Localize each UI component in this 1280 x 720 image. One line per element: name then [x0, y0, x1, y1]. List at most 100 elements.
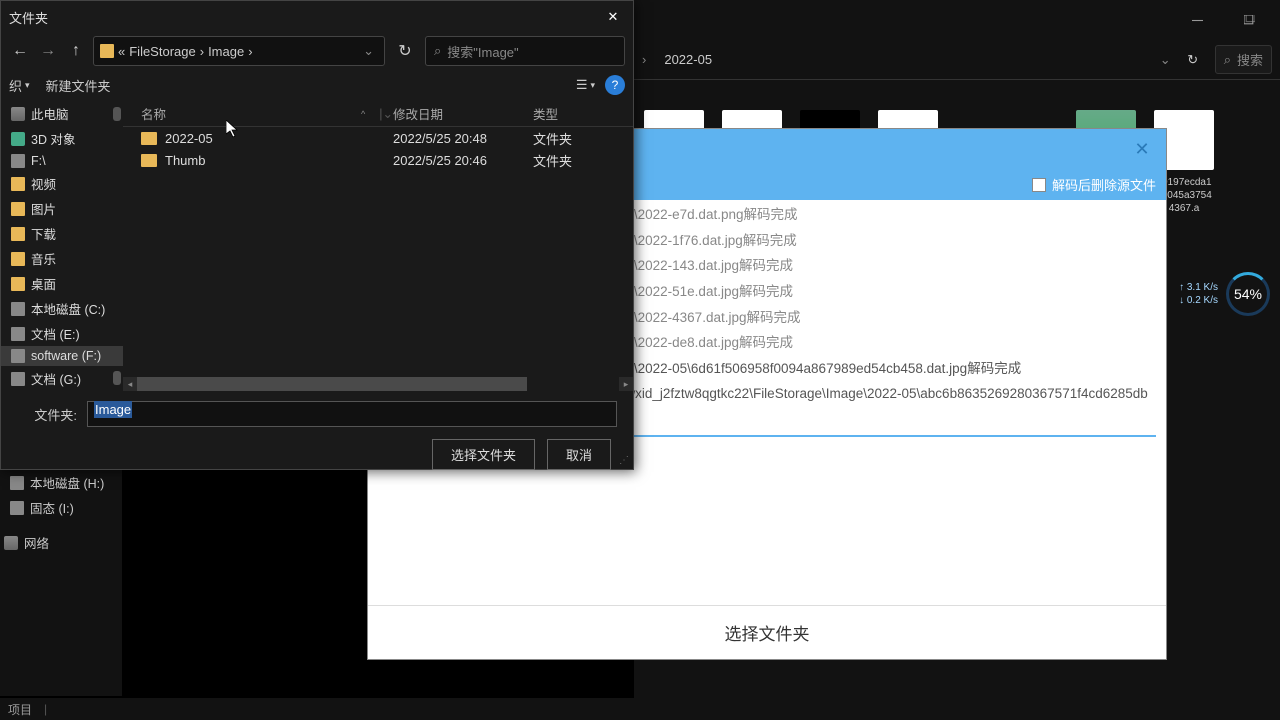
dialog-toolbar: 织▾ 新建文件夹 ☰▾ ? [1, 69, 633, 101]
close-icon[interactable]: ✕ [1128, 135, 1156, 163]
drive-icon [11, 372, 25, 386]
file-row[interactable]: 2022-05 2022/5/25 20:48 文件夹 [123, 127, 633, 149]
search-icon: ⌕ [1224, 52, 1231, 68]
dropdown-icon[interactable]: ⌄ [1160, 52, 1171, 68]
scrollbar-thumb[interactable] [113, 107, 121, 121]
sidebar-item-drive-e[interactable]: 文档 (E:) [1, 321, 123, 346]
up-button[interactable]: ↑ [65, 40, 87, 62]
address-bar[interactable]: « FileStorage › Image › ⌄ [93, 36, 385, 66]
search-field[interactable]: ⌕ 搜索"Image" [425, 36, 625, 66]
folder-picker-dialog: 文件夹 ✕ ← → ↑ « FileStorage › Image › ⌄ ↻ … [0, 0, 634, 470]
search-placeholder: 搜索"Image" [447, 42, 518, 61]
forward-button[interactable]: → [37, 40, 59, 62]
chevron-down-icon: ▾ [590, 80, 595, 91]
search-icon: ⌕ [434, 43, 441, 59]
chevron-right-icon: › [642, 52, 646, 67]
refresh-button[interactable]: ↻ [391, 37, 419, 65]
scrollbar-thumb[interactable] [113, 371, 121, 385]
drive-icon [10, 501, 24, 515]
folder-name-label: 文件夹: [17, 405, 77, 424]
chevron-down-icon: ▾ [25, 80, 30, 91]
horizontal-scrollbar[interactable]: ◂ ▸ [123, 377, 633, 391]
folder-icon [11, 277, 25, 291]
drive-icon [11, 302, 25, 316]
sidebar-item-drive-f[interactable]: F:\ [1, 151, 123, 171]
dialog-title: 文件夹 [9, 8, 48, 27]
scroll-track[interactable] [137, 377, 619, 391]
dialog-footer: 文件夹: Image 选择文件夹 取消 [1, 391, 633, 480]
upload-speed: ↑ 3.1 K/s [1179, 282, 1218, 293]
status-text: 项目 [8, 701, 32, 718]
folder-icon [11, 177, 25, 191]
sidebar-item-desktop[interactable]: 桌面 [1, 271, 123, 296]
chevron-right-icon: › [248, 44, 252, 59]
view-menu[interactable]: ☰▾ [576, 77, 595, 93]
bg-search-field[interactable]: ⌕ 搜索 [1215, 45, 1272, 74]
drive-icon [11, 327, 25, 341]
dialog-sidebar[interactable]: 此电脑 3D 对象 F:\ 视频 图片 下载 音乐 桌面 本地磁盘 (C:) 文… [1, 101, 123, 391]
mouse-cursor-icon [226, 120, 242, 140]
organize-menu[interactable]: 织▾ [9, 76, 30, 95]
chevron-right-icon: › [200, 44, 204, 59]
bg-status-bar: 项目 | [0, 698, 1280, 720]
back-button[interactable]: ← [9, 40, 31, 62]
column-name-header[interactable]: 名称^|⌄ [123, 104, 393, 123]
file-row[interactable]: Thumb 2022/5/25 20:46 文件夹 [123, 149, 633, 171]
sidebar-item-network[interactable]: 网络 [0, 530, 122, 555]
sidebar-item-drive-software[interactable]: software (F:) [1, 346, 123, 366]
help-button[interactable]: ? [605, 75, 625, 95]
cancel-button[interactable]: 取消 [547, 439, 611, 470]
minimize-button[interactable] [1181, 4, 1213, 36]
column-date-header[interactable]: 修改日期 [393, 104, 533, 123]
sidebar-item-videos[interactable]: 视频 [1, 171, 123, 196]
drive-icon [11, 154, 25, 168]
maximize-button[interactable] [1233, 4, 1265, 36]
breadcrumb-part[interactable]: FileStorage [129, 44, 195, 59]
scroll-right-button[interactable]: ▸ [619, 377, 633, 391]
3d-icon [11, 132, 25, 146]
sidebar-item-drive-g[interactable]: 文档 (G:) [1, 366, 123, 391]
sidebar-item-this-pc[interactable]: 此电脑 [1, 101, 123, 126]
dialog-titlebar: 文件夹 ✕ [1, 1, 633, 33]
sidebar-item-downloads[interactable]: 下载 [1, 221, 123, 246]
download-speed: ↓ 0.2 K/s [1179, 295, 1218, 306]
network-meter-widget[interactable]: ↑ 3.1 K/s ↓ 0.2 K/s 54% [1179, 272, 1270, 316]
new-folder-button[interactable]: 新建文件夹 [46, 76, 111, 95]
dialog-nav-row: ← → ↑ « FileStorage › Image › ⌄ ↻ ⌕ 搜索"I… [1, 33, 633, 69]
bg-titlebar [634, 0, 1280, 40]
sidebar-item-pictures[interactable]: 图片 [1, 196, 123, 221]
column-headers: 名称^|⌄ 修改日期 类型 [123, 101, 633, 127]
close-button[interactable]: ✕ [599, 3, 627, 31]
folder-icon [11, 202, 25, 216]
resize-grip[interactable]: ⋰ [619, 455, 633, 469]
folder-icon [141, 154, 157, 167]
scroll-left-button[interactable]: ◂ [123, 377, 137, 391]
folder-icon [100, 44, 114, 58]
breadcrumb-part[interactable]: Image [208, 44, 244, 59]
bg-sidebar: 本地磁盘 (H:) 固态 (I:) 网络 [0, 470, 122, 696]
folder-icon [11, 227, 25, 241]
sort-icon: ^ [361, 109, 365, 119]
folder-icon [11, 252, 25, 266]
sidebar-item-drive-c[interactable]: 本地磁盘 (C:) [1, 296, 123, 321]
drive-icon [11, 349, 25, 363]
network-icon [4, 536, 18, 550]
bg-address-bar: › 2022-05 ⌄ ↻ ⌕ 搜索 [634, 40, 1280, 80]
delete-source-checkbox[interactable] [1032, 178, 1046, 192]
list-view-icon: ☰ [576, 77, 588, 93]
scroll-thumb[interactable] [137, 377, 527, 391]
pc-icon [11, 107, 25, 121]
folder-name-input[interactable]: Image [87, 401, 617, 427]
history-dropdown[interactable]: ⌄ [359, 43, 378, 59]
select-folder-button[interactable]: 选择文件夹 [368, 605, 1166, 659]
refresh-button[interactable]: ↻ [1179, 46, 1207, 74]
sidebar-item[interactable]: 固态 (I:) [0, 495, 122, 520]
file-list[interactable]: 名称^|⌄ 修改日期 类型 2022-05 2022/5/25 20:48 文件… [123, 101, 633, 391]
select-folder-button[interactable]: 选择文件夹 [432, 439, 535, 470]
sidebar-item-music[interactable]: 音乐 [1, 246, 123, 271]
column-type-header[interactable]: 类型 [533, 104, 633, 123]
bg-breadcrumb[interactable]: 2022-05 [654, 52, 1151, 67]
column-resize[interactable]: |⌄ [379, 106, 393, 121]
sidebar-item-3d[interactable]: 3D 对象 [1, 126, 123, 151]
folder-icon [141, 132, 157, 145]
